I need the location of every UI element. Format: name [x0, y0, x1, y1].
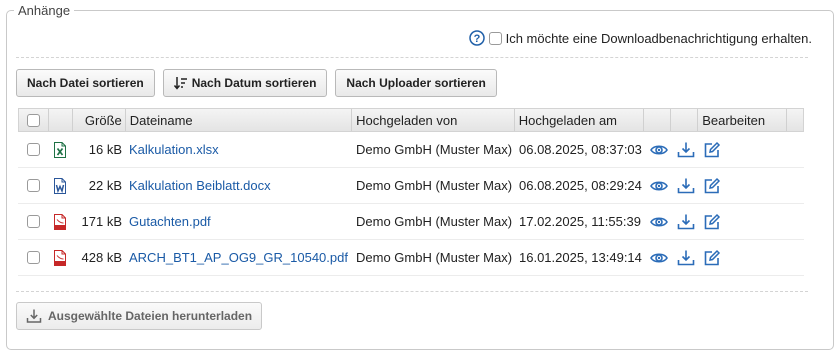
sort-by-uploader-button[interactable]: Nach Uploader sortieren — [335, 69, 497, 97]
header-size: Größe — [73, 109, 126, 131]
row-filename-cell: Gutachten.pdf — [125, 204, 352, 240]
download-selected-label: Ausgewählte Dateien herunterladen — [48, 309, 253, 323]
edit-button[interactable] — [699, 240, 788, 276]
edit-icon — [703, 141, 721, 159]
row-filename-cell: ARCH_BT1_AP_OG9_GR_10540.pdf — [125, 240, 352, 276]
excel-file-icon — [53, 141, 67, 158]
row-uploaded-at: 06.08.2025, 08:37:03 — [519, 142, 642, 157]
header-uploaded-by: Hochgeladen von — [352, 109, 515, 131]
svg-text:?: ? — [473, 33, 480, 45]
header-filetype — [49, 109, 73, 131]
filename-link[interactable]: Kalkulation.xlsx — [129, 142, 219, 157]
sort-descending-icon — [173, 77, 187, 90]
download-button[interactable] — [672, 240, 699, 276]
eye-icon — [649, 141, 668, 159]
download-icon — [677, 141, 695, 159]
header-filename: Dateiname — [126, 109, 353, 131]
row-filetype-cell — [48, 240, 72, 276]
row-uploaded-at: 06.08.2025, 08:29:24 — [519, 178, 642, 193]
edit-button[interactable] — [699, 132, 788, 168]
download-button[interactable] — [672, 204, 699, 240]
table-row: 428 kB ARCH_BT1_AP_OG9_GR_10540.pdf Demo… — [18, 240, 804, 276]
download-button[interactable] — [672, 132, 699, 168]
download-button[interactable] — [672, 168, 699, 204]
sort-by-file-button[interactable]: Nach Datei sortieren — [16, 69, 155, 97]
divider-top — [16, 57, 808, 58]
row-uploaded-at: 17.02.2025, 11:55:39 — [519, 214, 641, 229]
filename-link[interactable]: Gutachten.pdf — [129, 214, 211, 229]
row-checkbox[interactable] — [26, 179, 40, 192]
sort-by-date-label: Nach Datum sortieren — [191, 76, 317, 90]
notify-label[interactable]: Ich möchte eine Downloadbenachrichtigung… — [506, 31, 812, 46]
header-spacer — [787, 109, 803, 131]
attachments-table: Größe Dateiname Hochgeladen von Hochgela… — [18, 108, 804, 276]
row-uploaded-by: Demo GmbH (Muster Max) — [356, 178, 513, 193]
select-all-cell — [19, 109, 49, 131]
header-download — [671, 109, 699, 131]
sort-by-date-button[interactable]: Nach Datum sortieren — [162, 69, 328, 97]
row-filetype-cell — [48, 132, 72, 168]
section-legend: Anhänge — [14, 3, 75, 18]
row-size: 171 kB — [81, 214, 122, 229]
eye-icon — [649, 213, 668, 231]
row-checkbox[interactable] — [26, 143, 40, 156]
header-view — [644, 109, 672, 131]
row-filetype-cell — [48, 168, 72, 204]
sort-toolbar: Nach Datei sortieren Nach Datum sortiere… — [16, 69, 497, 97]
view-button[interactable] — [645, 132, 672, 168]
select-all-checkbox[interactable] — [26, 113, 40, 127]
word-file-icon — [53, 177, 67, 194]
row-uploaded-at: 16.01.2025, 13:49:14 — [519, 250, 642, 265]
row-uploaded-by: Demo GmbH (Muster Max) — [356, 214, 513, 229]
notify-checkbox[interactable] — [488, 31, 502, 45]
row-size: 428 kB — [81, 250, 122, 265]
row-checkbox[interactable] — [26, 251, 40, 264]
download-icon — [677, 213, 695, 231]
download-icon — [26, 309, 42, 323]
table-header: Größe Dateiname Hochgeladen von Hochgela… — [18, 108, 804, 132]
sort-by-file-label: Nach Datei sortieren — [27, 76, 144, 90]
row-select-cell — [18, 168, 48, 204]
row-uploaded-by: Demo GmbH (Muster Max) — [356, 250, 513, 265]
help-icon[interactable]: ? — [468, 30, 485, 46]
view-button[interactable] — [645, 240, 672, 276]
row-select-cell — [18, 240, 48, 276]
row-checkbox[interactable] — [26, 215, 40, 228]
download-notification: ? Ich möchte eine Downloadbenachrichtigu… — [468, 29, 812, 47]
download-selected-button[interactable]: Ausgewählte Dateien herunterladen — [16, 302, 263, 330]
download-icon — [677, 177, 695, 195]
eye-icon — [649, 249, 668, 267]
edit-icon — [703, 177, 721, 195]
edit-icon — [703, 213, 721, 231]
pdf-file-icon — [53, 213, 67, 230]
filename-link[interactable]: ARCH_BT1_AP_OG9_GR_10540.pdf — [129, 250, 348, 265]
view-button[interactable] — [645, 168, 672, 204]
row-size: 16 kB — [88, 142, 122, 157]
row-uploaded-by: Demo GmbH (Muster Max) — [356, 142, 513, 157]
row-size: 22 kB — [88, 178, 122, 193]
pdf-file-icon — [53, 249, 67, 266]
row-select-cell — [18, 132, 48, 168]
header-uploaded-at: Hochgeladen am — [515, 109, 645, 131]
edit-icon — [703, 249, 721, 267]
table-row: 16 kB Kalkulation.xlsx Demo GmbH (Muster… — [18, 132, 804, 168]
sort-by-uploader-label: Nach Uploader sortieren — [346, 76, 486, 90]
table-row: 171 kB Gutachten.pdf Demo GmbH (Muster M… — [18, 204, 804, 240]
view-button[interactable] — [645, 204, 672, 240]
table-row: 22 kB Kalkulation Beiblatt.docx Demo Gmb… — [18, 168, 804, 204]
row-filename-cell: Kalkulation.xlsx — [125, 132, 352, 168]
row-filetype-cell — [48, 204, 72, 240]
row-filename-cell: Kalkulation Beiblatt.docx — [125, 168, 352, 204]
download-icon — [677, 249, 695, 267]
divider-bottom — [16, 291, 808, 292]
edit-button[interactable] — [699, 204, 788, 240]
row-select-cell — [18, 204, 48, 240]
filename-link[interactable]: Kalkulation Beiblatt.docx — [129, 178, 271, 193]
table-body: 16 kB Kalkulation.xlsx Demo GmbH (Muster… — [18, 132, 804, 276]
header-edit: Bearbeiten — [698, 109, 787, 131]
eye-icon — [649, 177, 668, 195]
edit-button[interactable] — [699, 168, 788, 204]
